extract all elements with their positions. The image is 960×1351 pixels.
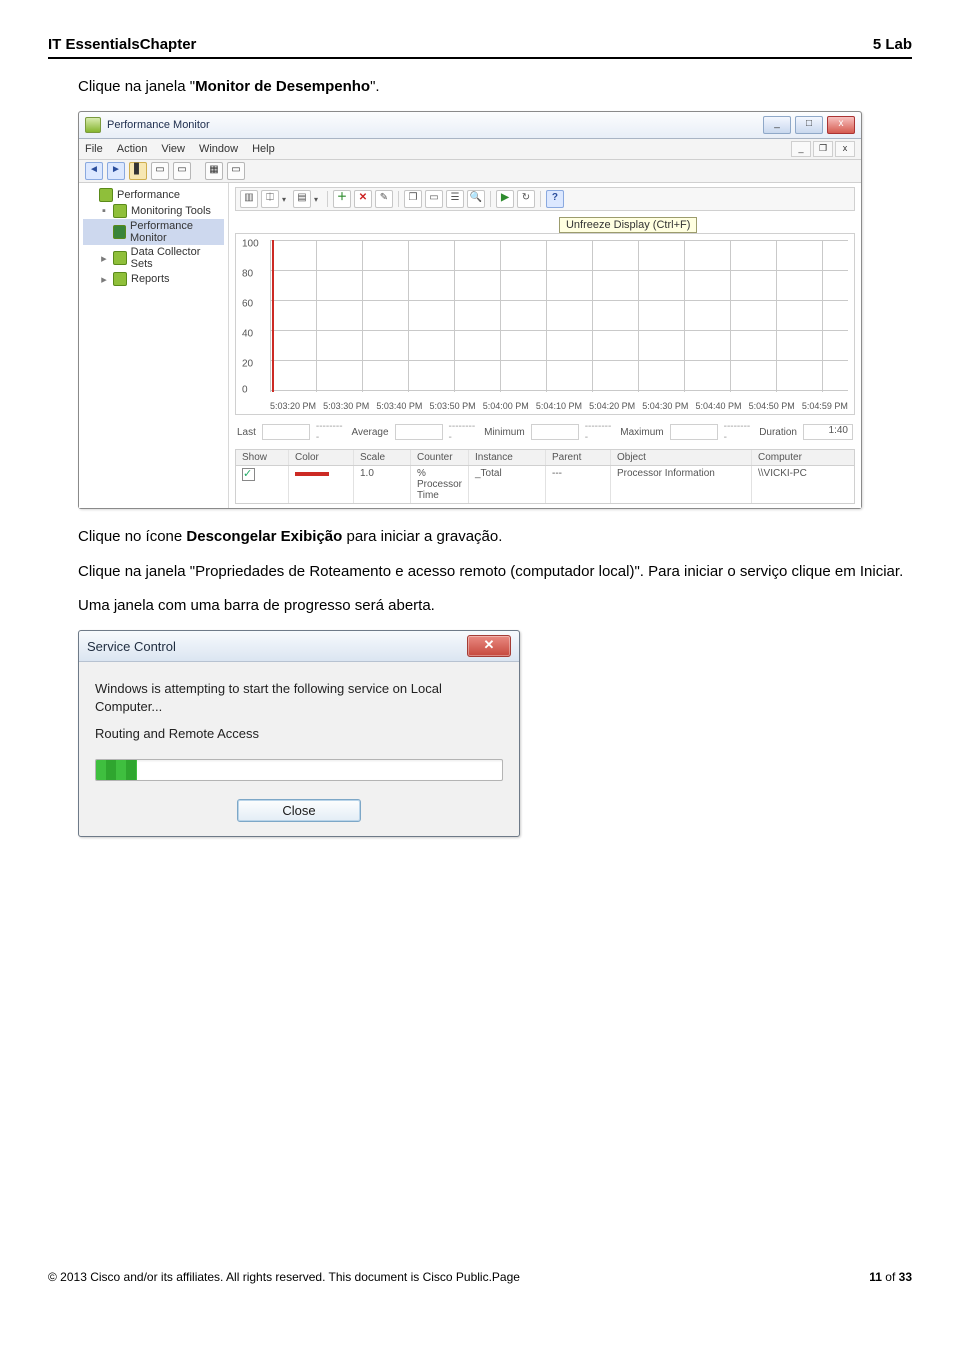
nav-back-icon[interactable]: ◄	[85, 162, 103, 180]
close-dialog-button[interactable]: Close	[237, 799, 361, 822]
service-control-title: Service Control	[87, 639, 467, 654]
service-control-dialog: Service Control ✕ Windows is attempting …	[78, 630, 520, 837]
header-rule	[48, 57, 912, 59]
tree-node-monitoring-tools[interactable]: ▪ Monitoring Tools	[83, 203, 224, 219]
progress-bar-fill	[96, 760, 137, 780]
tree-node-performance[interactable]: Performance	[83, 187, 224, 203]
perfmon-toolbar: ◄ ► ▋ ▭ ▭ ▦ ▭	[79, 160, 861, 183]
progress-bar	[95, 759, 503, 781]
copy-icon[interactable]: ❐	[404, 190, 422, 208]
service-control-titlebar[interactable]: Service Control ✕	[79, 631, 519, 662]
header-left: IT EssentialsChapter	[48, 36, 196, 53]
help-icon[interactable]: ?	[546, 190, 564, 208]
toolbar-icon[interactable]: ▭	[227, 162, 245, 180]
paste-icon[interactable]: ▭	[425, 190, 443, 208]
footer-page-number: 11 of 33	[869, 1270, 912, 1284]
nav-forward-icon[interactable]: ►	[107, 162, 125, 180]
close-button[interactable]: ✕	[467, 635, 511, 657]
perfmon-tree: Performance ▪ Monitoring Tools Performan…	[79, 183, 229, 508]
perfmon-title: Performance Monitor	[107, 119, 763, 131]
mdi-close[interactable]: x	[835, 141, 855, 157]
tree-node-reports[interactable]: ▸ Reports	[83, 271, 224, 287]
monitor-icon	[113, 225, 126, 239]
time-cursor	[272, 240, 274, 392]
paragraph-3: Clique na janela "Propriedades de Roteam…	[78, 562, 912, 582]
unfreeze-display-icon[interactable]: ▶	[496, 190, 514, 208]
folder-icon	[113, 204, 127, 218]
view-histogram-icon[interactable]: ⎅	[261, 190, 279, 208]
header-right: 5 Lab	[873, 36, 912, 53]
table-row[interactable]: 1.0 % Processor Time _Total --- Processo…	[236, 466, 854, 503]
footer-copyright: © 2013 Cisco and/or its affiliates. All …	[48, 1270, 520, 1284]
chart-toolbar: ▥ ⎅▾ ▤▾ ＋ ✕ ✎ ❐ ▭ ☰ 🔍	[235, 187, 855, 211]
page-footer: © 2013 Cisco and/or its affiliates. All …	[48, 1270, 912, 1284]
show-hide-tree-icon[interactable]: ▋	[129, 162, 147, 180]
show-checkbox[interactable]	[242, 468, 255, 481]
perfmon-titlebar[interactable]: Performance Monitor _ □ x	[79, 112, 861, 139]
color-swatch	[295, 472, 329, 476]
perf-icon	[99, 188, 113, 202]
paragraph-1: Clique na janela "Monitor de Desempenho"…	[78, 77, 912, 97]
maximize-button[interactable]: □	[795, 116, 823, 134]
x-axis: 5:03:20 PM5:03:30 PM 5:03:40 PM5:03:50 P…	[270, 401, 848, 411]
service-control-service-name: Routing and Remote Access	[95, 725, 503, 743]
counter-table: Show Color Scale Counter Instance Parent…	[235, 449, 855, 504]
tree-node-data-collector-sets[interactable]: ▸ Data Collector Sets	[83, 245, 224, 271]
zoom-icon[interactable]: 🔍	[467, 190, 485, 208]
menu-window[interactable]: Window	[199, 143, 238, 155]
view-chart-icon[interactable]: ▥	[240, 190, 258, 208]
menu-help[interactable]: Help	[252, 143, 275, 155]
folder-icon	[113, 251, 127, 265]
update-data-icon[interactable]: ↻	[517, 190, 535, 208]
chart-stats: Last --------- Average --------- Minimum…	[235, 419, 855, 445]
page-header: IT EssentialsChapter 5 Lab	[48, 36, 912, 55]
menu-view[interactable]: View	[161, 143, 185, 155]
perfmon-window: Performance Monitor _ □ x File Action Vi…	[78, 111, 862, 509]
add-counter-icon[interactable]: ＋	[333, 190, 351, 208]
highlight-icon[interactable]: ✎	[375, 190, 393, 208]
tree-node-performance-monitor[interactable]: Performance Monitor	[83, 219, 224, 245]
paragraph-4: Uma janela com uma barra de progresso se…	[78, 596, 912, 616]
properties-icon[interactable]: ▦	[205, 162, 223, 180]
properties-icon[interactable]: ☰	[446, 190, 464, 208]
delete-counter-icon[interactable]: ✕	[354, 190, 372, 208]
figure-performance-monitor: Performance Monitor _ □ x File Action Vi…	[78, 111, 912, 509]
toolbar-icon[interactable]: ▭	[151, 162, 169, 180]
view-report-icon[interactable]: ▤	[293, 190, 311, 208]
service-control-message: Windows is attempting to start the follo…	[95, 680, 503, 715]
perfmon-app-icon	[85, 117, 101, 133]
toolbar-icon[interactable]: ▭	[173, 162, 191, 180]
mdi-minimize[interactable]: _	[791, 141, 811, 157]
tooltip-unfreeze: Unfreeze Display (Ctrl+F)	[559, 217, 697, 233]
folder-icon	[113, 272, 127, 286]
perfmon-chart[interactable]: 100 80 60 40 20 0 5:03:20 PM5:03:30 PM 5…	[235, 233, 855, 415]
mdi-restore[interactable]: ❐	[813, 141, 833, 157]
menu-file[interactable]: File	[85, 143, 103, 155]
minimize-button[interactable]: _	[763, 116, 791, 134]
menu-action[interactable]: Action	[117, 143, 148, 155]
close-button[interactable]: x	[827, 116, 855, 134]
perfmon-menubar: File Action View Window Help _ ❐ x	[79, 139, 861, 160]
paragraph-2: Clique no ícone Descongelar Exibição par…	[78, 527, 912, 547]
figure-service-control: Service Control ✕ Windows is attempting …	[78, 630, 912, 837]
